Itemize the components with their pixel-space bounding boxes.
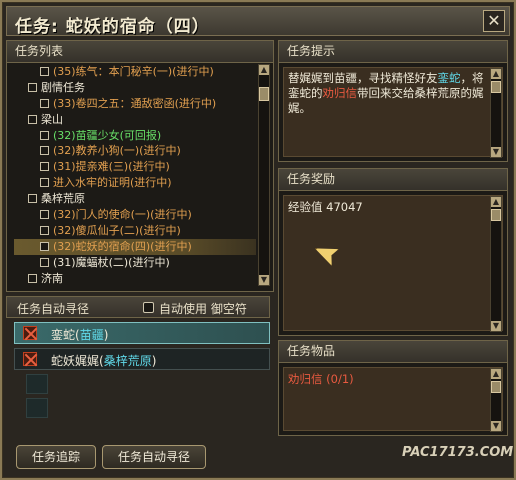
quest-label: (31)魔蝠杖(二)(进行中) — [53, 255, 170, 269]
quest-item[interactable]: (32)傻瓜仙子(二)(进行中) — [14, 223, 256, 239]
quest-checkbox-icon[interactable] — [40, 225, 49, 235]
path-target-row[interactable]: 蛇妖娓娓(桑梓荒原) — [14, 348, 270, 370]
items-scrollbar[interactable]: ▲ ▼ — [490, 368, 502, 432]
item-text: 劝归信 (0/1) — [288, 372, 354, 386]
quest-item[interactable]: (32)蛇妖的宿命(四)(进行中) — [14, 238, 256, 255]
auto-path-list: 銮蛇(苗疆) 蛇妖娓娓(桑梓荒原) — [14, 322, 270, 432]
quest-label: (32)教养小狗(一)(进行中) — [53, 144, 181, 158]
path-target-name: 銮蛇 — [51, 328, 76, 342]
quest-label: 梁山 — [41, 112, 63, 126]
quest-item[interactable]: (31)魔蝠杖(二)(进行中) — [14, 255, 256, 271]
scroll-thumb[interactable] — [491, 209, 501, 221]
quest-checkbox-icon[interactable] — [40, 98, 49, 108]
quest-checkbox-icon[interactable] — [40, 241, 49, 251]
quest-category[interactable]: 剧情任务 — [14, 80, 256, 96]
scroll-up-arrow-icon[interactable]: ▲ — [491, 197, 501, 207]
quest-checkbox-icon[interactable] — [40, 146, 49, 156]
quest-label: 桑梓荒原 — [41, 192, 85, 206]
quest-checkbox-icon[interactable] — [40, 178, 49, 188]
auto-use-label: 自动使用 御空符 — [159, 302, 247, 316]
scroll-down-arrow-icon[interactable]: ▼ — [491, 147, 501, 157]
scroll-down-arrow-icon[interactable]: ▼ — [491, 421, 501, 431]
quest-item[interactable]: (32)教养小狗(一)(进行中) — [14, 143, 256, 159]
scroll-thumb[interactable] — [491, 381, 501, 393]
track-quest-button[interactable]: 任务追踪 — [16, 445, 96, 469]
quest-label: 进入水牢的证明(进行中) — [53, 176, 172, 190]
empty-path-slot — [26, 398, 48, 418]
window-title: 任务: 蛇妖的宿命（四） — [15, 17, 210, 37]
quest-label: 剧情任务 — [41, 80, 85, 94]
quest-item[interactable]: (32)门人的使命(一)(进行中) — [14, 207, 256, 223]
path-target-location: 桑梓荒原 — [103, 354, 152, 368]
reward-header: 任务奖励 — [279, 169, 507, 191]
quest-item[interactable]: 进入水牢的证明(进行中) — [14, 175, 256, 191]
quest-item[interactable]: (33)卷四之五：通敌密函(进行中) — [14, 96, 256, 112]
collapse-toggle-icon[interactable] — [28, 273, 37, 283]
auto-use-checkbox[interactable] — [143, 302, 154, 313]
scroll-up-arrow-icon[interactable]: ▲ — [259, 65, 269, 75]
auto-path-title: 任务自动寻径 — [17, 302, 90, 316]
crossed-swords-icon — [23, 352, 37, 366]
scroll-thumb[interactable] — [259, 87, 269, 101]
quest-label: (31)提亲难(三)(进行中) — [53, 160, 170, 174]
reward-text: 经验值 47047 — [288, 200, 363, 214]
scroll-thumb[interactable] — [491, 81, 501, 93]
quest-item[interactable]: (31)提亲难(三)(进行中) — [14, 159, 256, 175]
quest-label: (32)门人的使命(一)(进行中) — [53, 208, 192, 222]
quest-item[interactable]: (32)苗疆少女(可回报) — [14, 128, 256, 144]
quest-category[interactable]: 济南 — [14, 271, 256, 286]
quest-list-scrollbar[interactable]: ▲ ▼ — [258, 64, 270, 286]
collapse-toggle-icon[interactable] — [28, 114, 37, 124]
hint-text-part: 劝归信 — [322, 86, 358, 100]
auto-path-header: 任务自动寻径 自动使用 御空符 — [6, 296, 270, 318]
empty-path-slot — [26, 374, 48, 394]
path-target-name: 蛇妖娓娓 — [51, 354, 100, 368]
quest-list-header: 任务列表 — [7, 41, 273, 63]
items-body: 劝归信 (0/1) — [283, 367, 503, 431]
quest-label: (32)傻瓜仙子(二)(进行中) — [53, 223, 181, 237]
reward-body: 经验值 47047 — [283, 195, 503, 331]
items-header: 任务物品 — [279, 341, 507, 363]
hint-text-part: 替娓娓到苗疆，寻找精怪好友 — [288, 71, 438, 85]
close-button[interactable]: ✕ — [483, 10, 505, 32]
watermark-logo: PAC17173.COM — [402, 445, 514, 460]
hint-text-part: 銮蛇 — [437, 71, 461, 85]
quest-label: (32)苗疆少女(可回报) — [53, 128, 162, 142]
quest-checkbox-icon[interactable] — [40, 162, 49, 172]
items-panel: 任务物品 劝归信 (0/1) ▲ ▼ — [278, 340, 508, 436]
quest-list: (35)练气：本门秘辛(一)(进行中) 剧情任务 (33)卷四之五：通敌密函(进行中… — [14, 64, 256, 286]
quest-checkbox-icon[interactable] — [40, 67, 49, 76]
quest-checkbox-icon[interactable] — [40, 130, 49, 140]
collapse-toggle-icon[interactable] — [28, 194, 37, 204]
collapse-toggle-icon[interactable] — [28, 82, 37, 92]
quest-window: 任务: 蛇妖的宿命（四） ✕ 任务列表 (35)练气：本门秘辛(一)(进行中) 剧… — [0, 0, 516, 480]
scroll-down-arrow-icon[interactable]: ▼ — [491, 321, 501, 331]
quest-item[interactable]: (35)练气：本门秘辛(一)(进行中) — [14, 64, 256, 80]
quest-label: (32)蛇妖的宿命(四)(进行中) — [53, 239, 192, 253]
scroll-down-arrow-icon[interactable]: ▼ — [259, 275, 269, 285]
crossed-swords-icon — [23, 326, 37, 340]
path-target-row[interactable]: 銮蛇(苗疆) — [14, 322, 270, 344]
scroll-up-arrow-icon[interactable]: ▲ — [491, 69, 501, 79]
reward-scrollbar[interactable]: ▲ ▼ — [490, 196, 502, 332]
scroll-up-arrow-icon[interactable]: ▲ — [491, 369, 501, 379]
path-target-location: 苗疆 — [79, 328, 104, 342]
quest-checkbox-icon[interactable] — [40, 257, 49, 267]
quest-label: (33)卷四之五：通敌密函(进行中) — [53, 96, 217, 110]
quest-label: 济南 — [41, 271, 63, 285]
hint-text: 替娓娓到苗疆，寻找精怪好友銮蛇，将銮蛇的劝归信带回来交给桑梓荒原的娓娓。 — [288, 71, 486, 116]
auto-path-button[interactable]: 任务自动寻径 — [102, 445, 206, 469]
path-target-text: 銮蛇(苗疆) — [51, 328, 109, 342]
path-target-text: 蛇妖娓娓(桑梓荒原) — [51, 354, 157, 368]
quest-checkbox-icon[interactable] — [40, 210, 49, 220]
quest-category[interactable]: 梁山 — [14, 112, 256, 128]
hint-body: 替娓娓到苗疆，寻找精怪好友銮蛇，将銮蛇的劝归信带回来交给桑梓荒原的娓娓。 — [283, 67, 503, 157]
hint-header: 任务提示 — [279, 41, 507, 63]
quest-label: (35)练气：本门秘辛(一)(进行中) — [53, 65, 214, 78]
reward-panel: 任务奖励 经验值 47047 ▲ ▼ — [278, 168, 508, 336]
quest-category[interactable]: 桑梓荒原 — [14, 191, 256, 207]
hint-panel: 任务提示 替娓娓到苗疆，寻找精怪好友銮蛇，将銮蛇的劝归信带回来交给桑梓荒原的娓娓… — [278, 40, 508, 162]
hint-scrollbar[interactable]: ▲ ▼ — [490, 68, 502, 158]
title-bar: 任务: 蛇妖的宿命（四） ✕ — [6, 6, 510, 37]
